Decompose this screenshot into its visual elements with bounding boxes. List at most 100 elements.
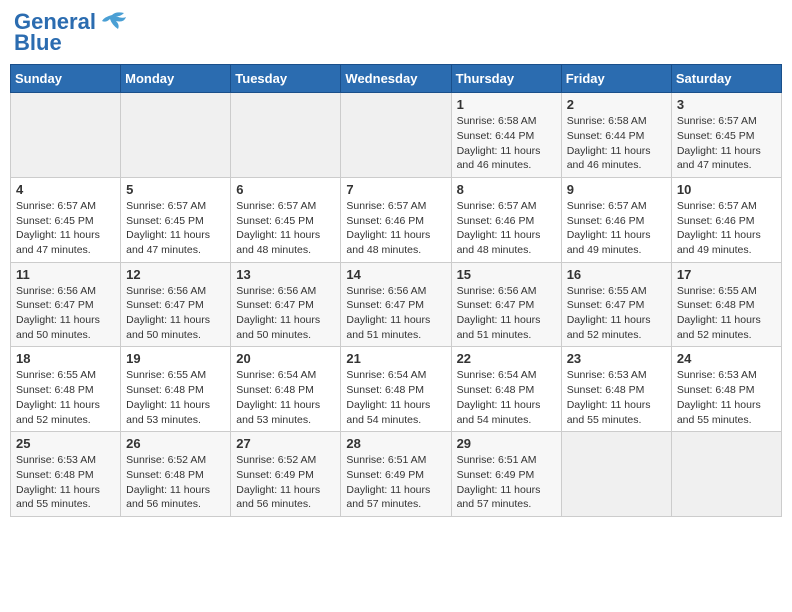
calendar-cell [121,93,231,178]
calendar-cell [341,93,451,178]
daylight-label: Daylight: 11 hours and 50 minutes. [16,314,100,341]
day-number: 24 [677,351,776,366]
cell-content: Sunrise: 6:52 AM Sunset: 6:49 PM Dayligh… [236,453,335,512]
sunrise-label: Sunrise: 6:54 AM [457,369,537,381]
day-number: 22 [457,351,556,366]
calendar-cell: 7 Sunrise: 6:57 AM Sunset: 6:46 PM Dayli… [341,177,451,262]
sunset-label: Sunset: 6:46 PM [346,215,424,227]
sunrise-label: Sunrise: 6:55 AM [677,285,757,297]
daylight-label: Daylight: 11 hours and 55 minutes. [677,399,761,426]
sunrise-label: Sunrise: 6:53 AM [16,454,96,466]
day-number: 11 [16,267,115,282]
sunset-label: Sunset: 6:48 PM [126,469,204,481]
calendar-table: SundayMondayTuesdayWednesdayThursdayFrid… [10,64,782,517]
cell-content: Sunrise: 6:56 AM Sunset: 6:47 PM Dayligh… [236,284,335,343]
day-number: 23 [567,351,666,366]
day-number: 1 [457,97,556,112]
daylight-label: Daylight: 11 hours and 56 minutes. [236,484,320,511]
sunset-label: Sunset: 6:48 PM [236,384,314,396]
daylight-label: Daylight: 11 hours and 47 minutes. [126,229,210,256]
logo-blue: Blue [14,30,62,56]
day-header-thursday: Thursday [451,65,561,93]
calendar-cell [11,93,121,178]
cell-content: Sunrise: 6:58 AM Sunset: 6:44 PM Dayligh… [567,114,666,173]
day-number: 15 [457,267,556,282]
calendar-cell: 2 Sunrise: 6:58 AM Sunset: 6:44 PM Dayli… [561,93,671,178]
calendar-cell: 8 Sunrise: 6:57 AM Sunset: 6:46 PM Dayli… [451,177,561,262]
sunrise-label: Sunrise: 6:57 AM [346,200,426,212]
day-number: 27 [236,436,335,451]
sunset-label: Sunset: 6:48 PM [126,384,204,396]
day-header-friday: Friday [561,65,671,93]
cell-content: Sunrise: 6:55 AM Sunset: 6:48 PM Dayligh… [677,284,776,343]
cell-content: Sunrise: 6:57 AM Sunset: 6:46 PM Dayligh… [346,199,445,258]
daylight-label: Daylight: 11 hours and 46 minutes. [457,145,541,172]
cell-content: Sunrise: 6:51 AM Sunset: 6:49 PM Dayligh… [346,453,445,512]
sunrise-label: Sunrise: 6:57 AM [236,200,316,212]
cell-content: Sunrise: 6:55 AM Sunset: 6:47 PM Dayligh… [567,284,666,343]
daylight-label: Daylight: 11 hours and 51 minutes. [457,314,541,341]
calendar-cell: 9 Sunrise: 6:57 AM Sunset: 6:46 PM Dayli… [561,177,671,262]
day-number: 10 [677,182,776,197]
calendar-week-5: 25 Sunrise: 6:53 AM Sunset: 6:48 PM Dayl… [11,432,782,517]
sunrise-label: Sunrise: 6:57 AM [567,200,647,212]
daylight-label: Daylight: 11 hours and 57 minutes. [346,484,430,511]
cell-content: Sunrise: 6:53 AM Sunset: 6:48 PM Dayligh… [16,453,115,512]
day-number: 12 [126,267,225,282]
sunset-label: Sunset: 6:44 PM [567,130,645,142]
calendar-cell: 17 Sunrise: 6:55 AM Sunset: 6:48 PM Dayl… [671,262,781,347]
cell-content: Sunrise: 6:57 AM Sunset: 6:45 PM Dayligh… [16,199,115,258]
daylight-label: Daylight: 11 hours and 50 minutes. [126,314,210,341]
calendar-cell: 14 Sunrise: 6:56 AM Sunset: 6:47 PM Dayl… [341,262,451,347]
sunset-label: Sunset: 6:47 PM [567,299,645,311]
calendar-cell: 26 Sunrise: 6:52 AM Sunset: 6:48 PM Dayl… [121,432,231,517]
sunrise-label: Sunrise: 6:56 AM [16,285,96,297]
cell-content: Sunrise: 6:57 AM Sunset: 6:45 PM Dayligh… [677,114,776,173]
calendar-cell: 11 Sunrise: 6:56 AM Sunset: 6:47 PM Dayl… [11,262,121,347]
cell-content: Sunrise: 6:55 AM Sunset: 6:48 PM Dayligh… [16,368,115,427]
page-header: General Blue [10,10,782,56]
day-number: 2 [567,97,666,112]
day-header-monday: Monday [121,65,231,93]
calendar-cell: 23 Sunrise: 6:53 AM Sunset: 6:48 PM Dayl… [561,347,671,432]
sunset-label: Sunset: 6:49 PM [346,469,424,481]
calendar-cell: 12 Sunrise: 6:56 AM Sunset: 6:47 PM Dayl… [121,262,231,347]
sunrise-label: Sunrise: 6:53 AM [567,369,647,381]
sunset-label: Sunset: 6:45 PM [16,215,94,227]
calendar-cell: 25 Sunrise: 6:53 AM Sunset: 6:48 PM Dayl… [11,432,121,517]
calendar-cell: 5 Sunrise: 6:57 AM Sunset: 6:45 PM Dayli… [121,177,231,262]
cell-content: Sunrise: 6:54 AM Sunset: 6:48 PM Dayligh… [236,368,335,427]
day-number: 25 [16,436,115,451]
sunset-label: Sunset: 6:48 PM [16,384,94,396]
daylight-label: Daylight: 11 hours and 48 minutes. [236,229,320,256]
sunset-label: Sunset: 6:46 PM [457,215,535,227]
sunrise-label: Sunrise: 6:52 AM [236,454,316,466]
sunset-label: Sunset: 6:48 PM [677,384,755,396]
sunrise-label: Sunrise: 6:58 AM [457,115,537,127]
sunset-label: Sunset: 6:47 PM [126,299,204,311]
sunset-label: Sunset: 6:44 PM [457,130,535,142]
calendar-cell [561,432,671,517]
day-number: 17 [677,267,776,282]
calendar-cell [671,432,781,517]
daylight-label: Daylight: 11 hours and 46 minutes. [567,145,651,172]
calendar-cell: 13 Sunrise: 6:56 AM Sunset: 6:47 PM Dayl… [231,262,341,347]
day-number: 21 [346,351,445,366]
sunrise-label: Sunrise: 6:57 AM [677,200,757,212]
day-number: 14 [346,267,445,282]
calendar-cell: 27 Sunrise: 6:52 AM Sunset: 6:49 PM Dayl… [231,432,341,517]
cell-content: Sunrise: 6:53 AM Sunset: 6:48 PM Dayligh… [567,368,666,427]
daylight-label: Daylight: 11 hours and 52 minutes. [16,399,100,426]
sunset-label: Sunset: 6:48 PM [677,299,755,311]
cell-content: Sunrise: 6:51 AM Sunset: 6:49 PM Dayligh… [457,453,556,512]
day-number: 5 [126,182,225,197]
daylight-label: Daylight: 11 hours and 54 minutes. [346,399,430,426]
sunset-label: Sunset: 6:49 PM [457,469,535,481]
day-number: 29 [457,436,556,451]
cell-content: Sunrise: 6:52 AM Sunset: 6:48 PM Dayligh… [126,453,225,512]
day-header-saturday: Saturday [671,65,781,93]
calendar-cell [231,93,341,178]
sunrise-label: Sunrise: 6:52 AM [126,454,206,466]
day-number: 13 [236,267,335,282]
cell-content: Sunrise: 6:56 AM Sunset: 6:47 PM Dayligh… [457,284,556,343]
